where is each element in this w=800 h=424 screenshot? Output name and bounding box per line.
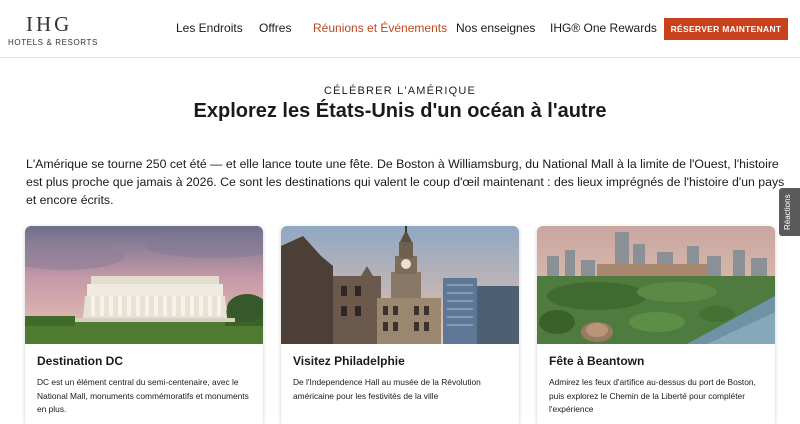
lincoln-memorial-image	[25, 226, 263, 344]
philadelphia-city-hall-image	[281, 226, 519, 344]
destination-card-dc[interactable]: Destination DC DC est un élément central…	[25, 226, 263, 424]
site-header: IHG HOTELS & RESORTS Les Endroits Offres…	[0, 0, 800, 58]
destination-card-boston[interactable]: Fête à Beantown Admirez les feux d'artif…	[537, 226, 775, 424]
nav-ihg-one-rewards[interactable]: IHG® One Rewards	[550, 21, 657, 35]
logo-tagline: HOTELS & RESORTS	[8, 38, 98, 47]
intro-paragraph: L'Amérique se tourne 250 cet été — et el…	[26, 157, 785, 207]
feedback-tab[interactable]: Réactions	[779, 188, 800, 236]
card-title: Destination DC	[37, 354, 124, 368]
card-description: De l'Independence Hall au musée de la Ré…	[293, 377, 481, 401]
section-eyebrow: CÉLÉBRER L'AMÉRIQUE	[323, 85, 477, 97]
card-title: Fête à Beantown	[549, 354, 645, 368]
nav-les-endroits[interactable]: Les Endroits	[176, 21, 243, 35]
nav-offres[interactable]: Offres	[259, 21, 291, 35]
destination-card-philadelphia[interactable]: Visitez Philadelphie De l'Independence H…	[281, 226, 519, 424]
boston-skyline-image	[537, 226, 775, 344]
card-title: Visitez Philadelphie	[293, 354, 405, 368]
feedback-tab-label: Réactions	[783, 194, 792, 230]
nav-nos-enseignes[interactable]: Nos enseignes	[456, 21, 535, 35]
reserve-now-button[interactable]: RÉSERVER MAINTENANT	[664, 18, 788, 40]
page-title: Explorez les États-Unis d'un océan à l'a…	[193, 100, 607, 122]
card-description: Admirez les feux d'artifice au-dessus du…	[549, 377, 756, 414]
nav-reunions-evenements[interactable]: Réunions et Événements	[313, 21, 447, 35]
card-description: DC est un élément central du semi-centen…	[37, 377, 249, 414]
